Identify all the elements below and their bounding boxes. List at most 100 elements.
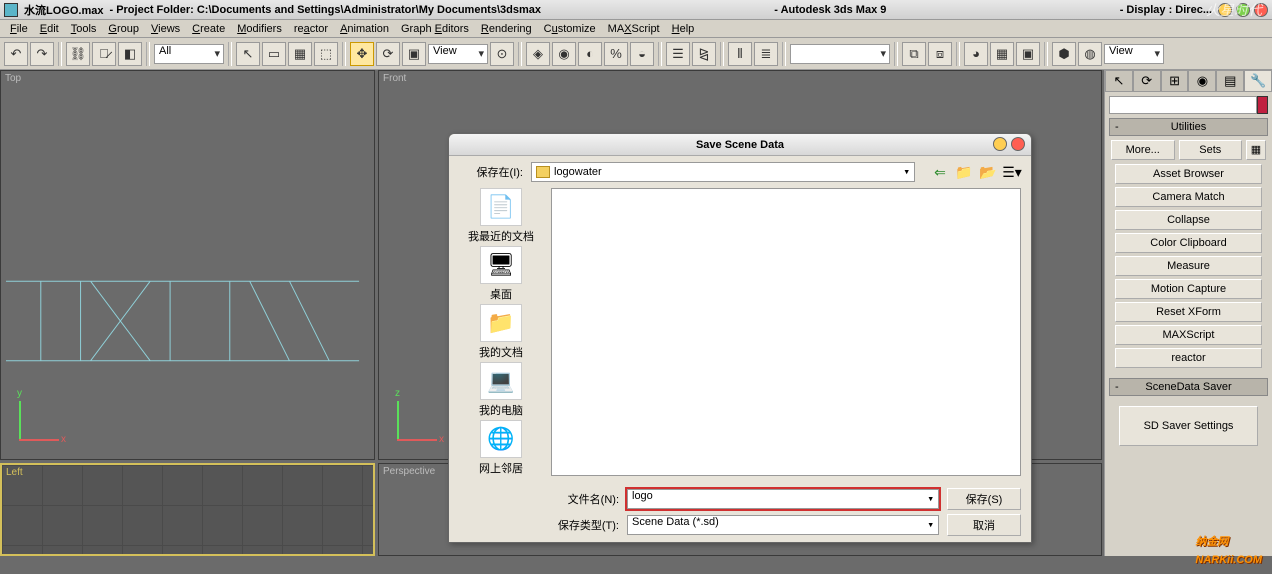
motion-tab[interactable]: ◉ xyxy=(1188,70,1216,92)
watermark-top: 火星时代 xyxy=(1206,0,1262,20)
up-icon[interactable]: 📁 xyxy=(955,163,973,181)
view-menu-icon[interactable]: ☰▾ xyxy=(1003,163,1021,181)
measure-button[interactable]: Measure xyxy=(1115,256,1262,276)
bind-button[interactable]: ◧ xyxy=(118,42,142,66)
title-display: - Display : Direc... xyxy=(1120,4,1212,16)
more-button[interactable]: More... xyxy=(1111,140,1175,160)
back-icon[interactable]: ⇐ xyxy=(931,163,949,181)
viewport-label-front: Front xyxy=(383,73,406,84)
place-mycomputer[interactable]: 💻我的电脑 xyxy=(479,362,523,418)
file-list-pane[interactable] xyxy=(551,188,1021,476)
config-icon[interactable]: ▦ xyxy=(1246,140,1266,160)
place-mydocs[interactable]: 📁我的文档 xyxy=(479,304,523,360)
manipulate-button[interactable]: ◈ xyxy=(526,42,550,66)
named-sel-combo[interactable] xyxy=(790,44,890,64)
schematic-button[interactable]: ⧈ xyxy=(928,42,952,66)
object-name-input[interactable] xyxy=(1109,96,1257,114)
dialog-minimize-button[interactable] xyxy=(993,137,1007,151)
object-color-swatch[interactable] xyxy=(1257,96,1268,114)
layers-button[interactable]: ≣ xyxy=(754,42,778,66)
viewport-left[interactable]: Left xyxy=(0,463,375,556)
scale-button[interactable]: ▣ xyxy=(402,42,426,66)
maxscript-button[interactable]: MAXScript xyxy=(1115,325,1262,345)
quick-render-button[interactable]: ⬢ xyxy=(1052,42,1076,66)
menu-help[interactable]: Help xyxy=(668,23,699,35)
redo-button[interactable]: ↷ xyxy=(30,42,54,66)
material-button[interactable]: ◕ xyxy=(964,42,988,66)
mirror-button[interactable]: ⧎ xyxy=(692,42,716,66)
scenedata-rollout-header[interactable]: -SceneData Saver xyxy=(1109,378,1268,396)
menu-maxscript[interactable]: MAXScript xyxy=(604,23,664,35)
asset-browser-button[interactable]: Asset Browser xyxy=(1115,164,1262,184)
motion-capture-button[interactable]: Motion Capture xyxy=(1115,279,1262,299)
hierarchy-tab[interactable]: ⊞ xyxy=(1161,70,1189,92)
refcoord-combo[interactable]: View xyxy=(428,44,488,64)
render-scene-button[interactable]: ▦ xyxy=(990,42,1014,66)
menu-rendering[interactable]: Rendering xyxy=(477,23,536,35)
create-tab[interactable]: ↖ xyxy=(1105,70,1133,92)
menu-animation[interactable]: Animation xyxy=(336,23,393,35)
dialog-close-button[interactable] xyxy=(1011,137,1025,151)
collapse-button[interactable]: Collapse xyxy=(1115,210,1262,230)
menu-group[interactable]: Group xyxy=(104,23,143,35)
select-button[interactable]: ↖ xyxy=(236,42,260,66)
wireframe-geo xyxy=(1,251,374,391)
pivot-button[interactable]: ⊙ xyxy=(490,42,514,66)
menu-file[interactable]: File xyxy=(6,23,32,35)
selection-filter-combo[interactable]: All xyxy=(154,44,224,64)
dialog-title-bar[interactable]: Save Scene Data xyxy=(449,134,1031,156)
title-project: - Project Folder: C:\Documents and Setti… xyxy=(109,4,541,16)
menu-reactor[interactable]: reactor xyxy=(290,23,332,35)
curve-editor-button[interactable]: ⧉ xyxy=(902,42,926,66)
color-clipboard-button[interactable]: Color Clipboard xyxy=(1115,233,1262,253)
cancel-button[interactable]: 取消 xyxy=(947,514,1021,536)
place-desktop[interactable]: 🖥桌面 xyxy=(480,246,522,302)
watermark-bottom: 纳金网 NARKii.COM xyxy=(1195,532,1262,568)
name-color-row xyxy=(1109,96,1268,114)
snap-button[interactable]: ◉ xyxy=(552,42,576,66)
select-region-button[interactable]: ▦ xyxy=(288,42,312,66)
undo-button[interactable]: ↶ xyxy=(4,42,28,66)
viewport-label-persp: Perspective xyxy=(383,466,435,477)
display-tab[interactable]: ▤ xyxy=(1216,70,1244,92)
place-network[interactable]: 🌐网上邻居 xyxy=(479,420,523,476)
save-in-combo[interactable]: logowater xyxy=(531,162,915,182)
save-button[interactable]: 保存(S) xyxy=(947,488,1021,510)
render-last-button[interactable]: ◍ xyxy=(1078,42,1102,66)
place-recent[interactable]: 📄我最近的文档 xyxy=(468,188,534,244)
filename-input[interactable]: logo xyxy=(627,489,939,509)
link-button[interactable]: ⛓ xyxy=(66,42,90,66)
menu-views[interactable]: Views xyxy=(147,23,184,35)
menu-create[interactable]: Create xyxy=(188,23,229,35)
utilities-tab[interactable]: 🔧 xyxy=(1244,70,1272,92)
select-name-button[interactable]: ▭ xyxy=(262,42,286,66)
named-sel-button[interactable]: ☰ xyxy=(666,42,690,66)
angle-snap-button[interactable]: ◐ xyxy=(578,42,602,66)
utilities-rollout-header[interactable]: -Utilities xyxy=(1109,118,1268,136)
menu-modifiers[interactable]: Modifiers xyxy=(233,23,286,35)
viewport-top[interactable]: Top y x xyxy=(0,70,375,460)
modify-tab[interactable]: ⟳ xyxy=(1133,70,1161,92)
reset-xform-button[interactable]: Reset XForm xyxy=(1115,302,1262,322)
menu-tools[interactable]: Tools xyxy=(67,23,101,35)
title-filename: 水流LOGO.max xyxy=(24,2,103,18)
align-button[interactable]: ⫴ xyxy=(728,42,752,66)
rotate-button[interactable]: ⟳ xyxy=(376,42,400,66)
menu-grapheditors[interactable]: Graph Editors xyxy=(397,23,473,35)
menu-edit[interactable]: Edit xyxy=(36,23,63,35)
new-folder-icon[interactable]: 📂 xyxy=(979,163,997,181)
render-button[interactable]: ▣ xyxy=(1016,42,1040,66)
render-view-combo[interactable]: View xyxy=(1104,44,1164,64)
camera-match-button[interactable]: Camera Match xyxy=(1115,187,1262,207)
menu-customize[interactable]: Customize xyxy=(540,23,600,35)
filetype-combo[interactable]: Scene Data (*.sd) xyxy=(627,515,939,535)
reactor-button[interactable]: reactor xyxy=(1115,348,1262,368)
save-in-label: 保存在(I): xyxy=(459,164,523,180)
sd-saver-settings-button[interactable]: SD Saver Settings xyxy=(1119,406,1258,446)
move-button[interactable]: ✥ xyxy=(350,42,374,66)
window-crossing-button[interactable]: ⬚ xyxy=(314,42,338,66)
unlink-button[interactable]: ⛓̷ xyxy=(92,42,116,66)
sets-button[interactable]: Sets xyxy=(1179,140,1243,160)
spinner-snap-button[interactable]: ◒ xyxy=(630,42,654,66)
percent-snap-button[interactable]: % xyxy=(604,42,628,66)
